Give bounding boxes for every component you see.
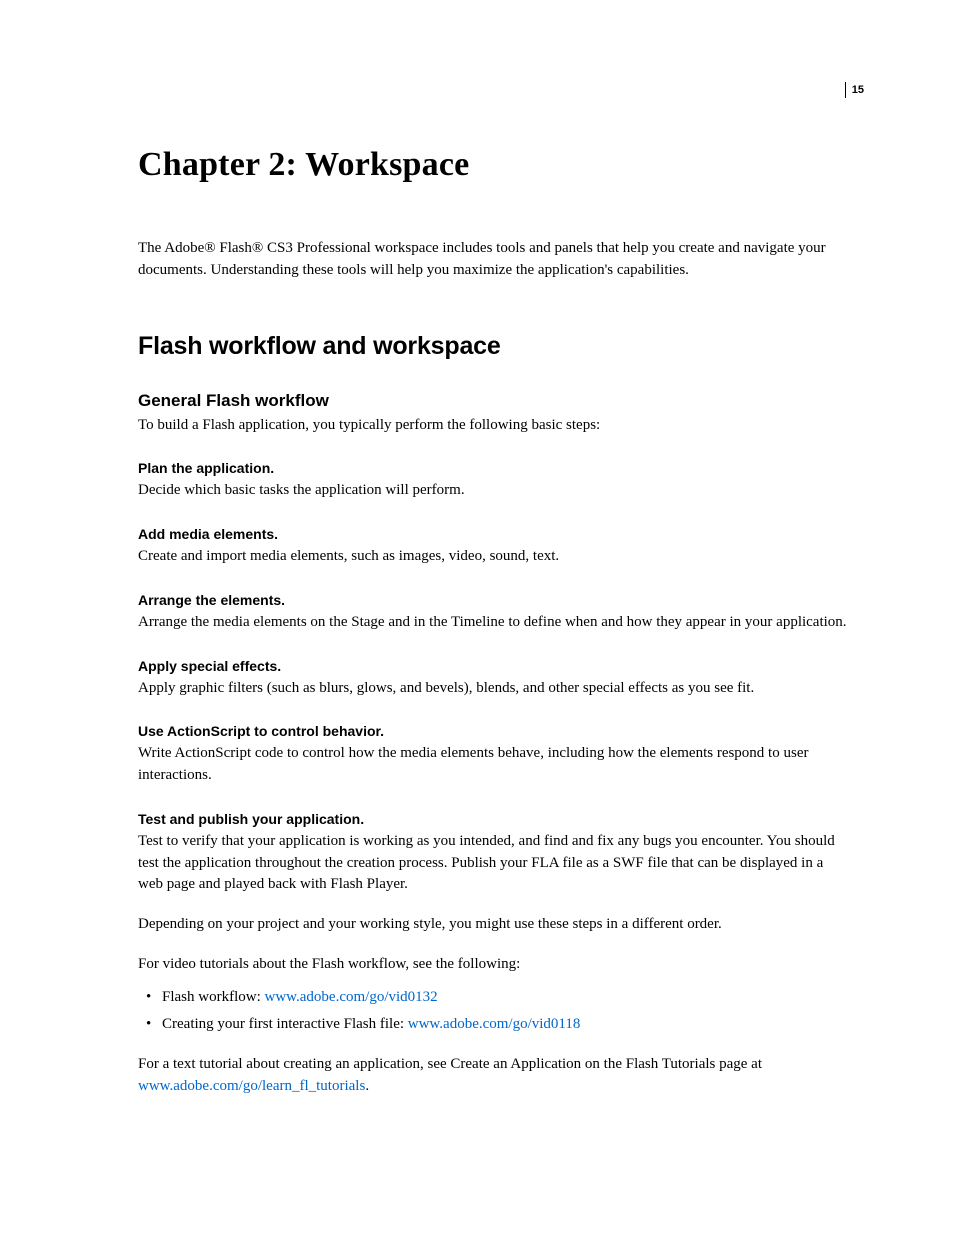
subsection-intro: To build a Flash application, you typica… <box>138 415 848 437</box>
link-vid0132[interactable]: www.adobe.com/go/vid0132 <box>265 989 438 1005</box>
step-title: Add media elements. <box>138 526 848 542</box>
paragraph-depending: Depending on your project and your worki… <box>138 914 848 936</box>
page-number: 15 <box>852 84 864 96</box>
link-learn-fl-tutorials[interactable]: www.adobe.com/go/learn_fl_tutorials <box>138 1078 365 1094</box>
link-vid0118[interactable]: www.adobe.com/go/vid0118 <box>408 1016 581 1032</box>
subsection-heading: General Flash workflow <box>138 391 848 411</box>
step-body: Create and import media elements, such a… <box>138 546 848 568</box>
paragraph-video-intro: For video tutorials about the Flash work… <box>138 954 848 976</box>
list-item-prefix: Flash workflow: <box>162 989 265 1005</box>
step-body: Test to verify that your application is … <box>138 831 848 896</box>
step-body: Write ActionScript code to control how t… <box>138 743 848 787</box>
section-heading: Flash workflow and workspace <box>138 332 848 361</box>
step-title: Arrange the elements. <box>138 592 848 608</box>
step-title: Apply special effects. <box>138 658 848 674</box>
page: 15 Chapter 2: Workspace The Adobe® Flash… <box>0 0 954 1235</box>
list-item: Creating your first interactive Flash fi… <box>138 1013 848 1036</box>
step-body: Apply graphic filters (such as blurs, gl… <box>138 678 848 700</box>
step-title: Use ActionScript to control behavior. <box>138 723 848 739</box>
text-tutorial-prefix: For a text tutorial about creating an ap… <box>138 1056 762 1072</box>
step-body: Decide which basic tasks the application… <box>138 480 848 502</box>
bullet-list: Flash workflow: www.adobe.com/go/vid0132… <box>138 986 848 1037</box>
text-tutorial-suffix: . <box>365 1078 369 1094</box>
list-item: Flash workflow: www.adobe.com/go/vid0132 <box>138 986 848 1009</box>
step-title: Plan the application. <box>138 460 848 476</box>
paragraph-text-tutorial: For a text tutorial about creating an ap… <box>138 1054 848 1098</box>
page-number-rule <box>845 82 846 98</box>
chapter-title: Chapter 2: Workspace <box>138 146 848 184</box>
step-body: Arrange the media elements on the Stage … <box>138 612 848 634</box>
step-title: Test and publish your application. <box>138 811 848 827</box>
list-item-prefix: Creating your first interactive Flash fi… <box>162 1016 408 1032</box>
chapter-intro: The Adobe® Flash® CS3 Professional works… <box>138 238 848 282</box>
page-number-container: 15 <box>845 82 864 98</box>
